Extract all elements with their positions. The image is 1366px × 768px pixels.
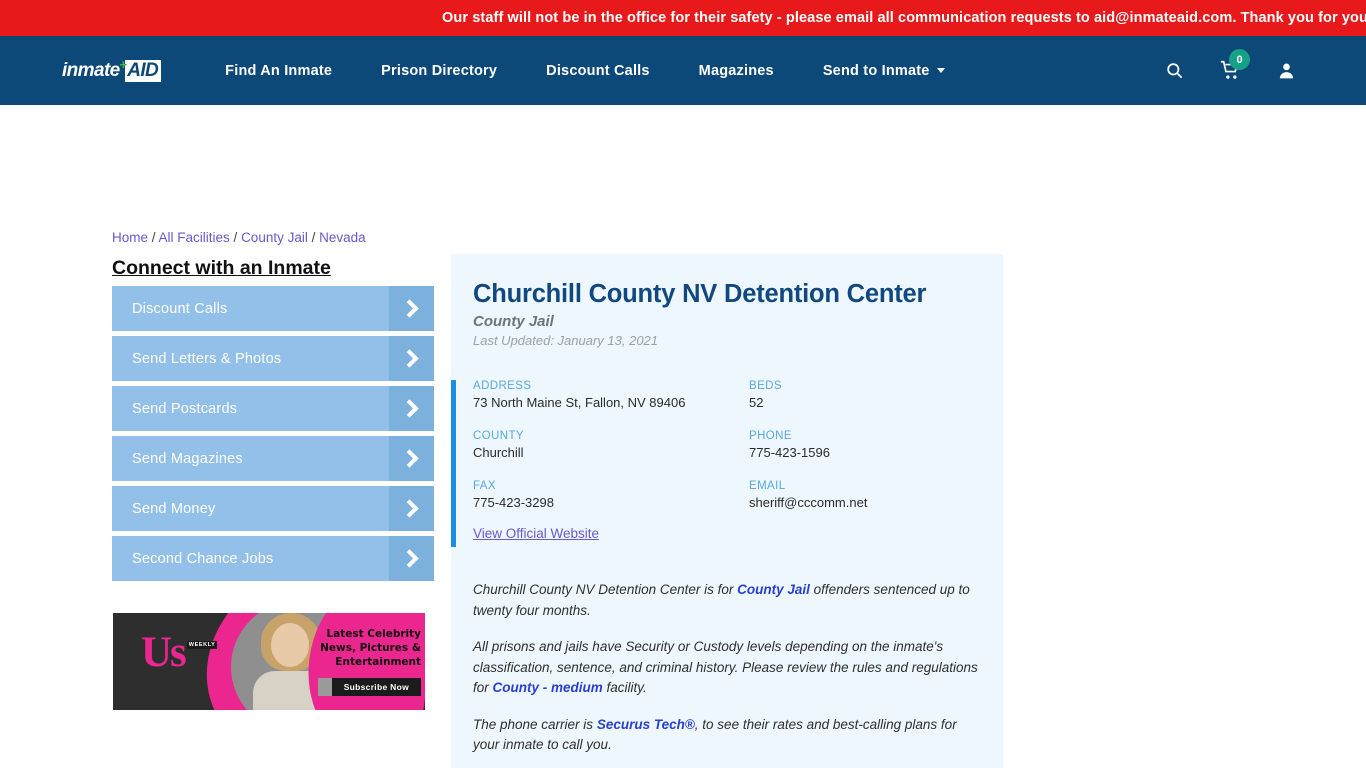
facility-panel: Churchill County NV Detention Center Cou… [451,254,1003,768]
cart-icon[interactable]: 0 [1220,49,1250,81]
sidebar-heading: Connect with an Inmate [112,257,331,279]
cart-count-badge: 0 [1229,49,1250,70]
site-logo[interactable]: inmate + AID [62,57,162,84]
info-value: 73 North Maine St, Fallon, NV 89406 [473,395,686,410]
chevron-right-icon [389,386,434,431]
accent-bar [451,380,456,547]
advertisement-banner[interactable]: Us WEEKLY Latest Celebrity News, Picture… [113,613,425,710]
main-navbar: inmate + AID Find An Inmate Prison Direc… [0,36,1366,105]
sidebar-item-send-magazines[interactable]: Send Magazines [112,436,434,481]
sidebar-item-send-letters-photos[interactable]: Send Letters & Photos [112,336,434,381]
info-value: sheriff@cccomm.net [749,495,868,510]
info-value: 775-423-3298 [473,495,554,510]
chevron-right-icon [389,536,434,581]
view-official-website-link[interactable]: View Official Website [473,526,599,541]
description-paragraph-3: The phone carrier is Securus Tech®, to s… [473,715,981,756]
info-field-beds: BEDS 52 [749,380,1003,410]
nav-item-prison-directory[interactable]: Prison Directory [381,57,497,85]
breadcrumb-item-home[interactable]: Home [112,230,148,245]
desc-p3-link-securus-tech[interactable]: Securus Tech® [597,717,695,732]
info-label: EMAIL [749,480,786,492]
sidebar-item-send-postcards[interactable]: Send Postcards [112,386,434,431]
user-account-icon[interactable] [1277,61,1296,80]
desc-p1-text-a: Churchill County NV Detention Center is … [473,582,738,597]
breadcrumb-item-county-jail[interactable]: County Jail [241,230,308,245]
ad-copy-line-3: Entertainment [335,656,421,668]
info-field-email: EMAIL sheriff@cccomm.net [749,480,1003,510]
description-paragraph-2: All prisons and jails have Security or C… [473,637,981,699]
desc-p3-text-a: The phone carrier is [473,716,597,732]
nav-item-magazines[interactable]: Magazines [699,57,774,85]
sidebar-item-label: Discount Calls [132,300,228,317]
nav-item-find-an-inmate[interactable]: Find An Inmate [225,57,332,85]
info-label: BEDS [749,380,782,392]
ad-copy: Latest Celebrity News, Pictures & Entert… [279,627,421,696]
logo-plus-icon: + [119,57,128,72]
sidebar-item-second-chance-jobs[interactable]: Second Chance Jobs [112,536,434,581]
desc-p1-link-county-jail[interactable]: County Jail [737,582,810,597]
info-label: FAX [473,480,496,492]
breadcrumb-item-nevada[interactable]: Nevada [319,230,366,245]
facility-type: County Jail [473,313,554,330]
site-alert-banner: Our staff will not be in the office for … [0,0,1366,36]
sidebar-nav: Discount Calls Send Letters & Photos Sen… [112,286,434,586]
desc-p2-link-county-medium[interactable]: County - medium [493,680,603,695]
info-field-address: ADDRESS 73 North Maine St, Fallon, NV 89… [473,380,749,410]
chevron-right-icon [389,486,434,531]
sidebar-item-discount-calls[interactable]: Discount Calls [112,286,434,331]
info-value: 52 [749,395,764,410]
nav-links: Find An Inmate Prison Directory Discount… [225,57,993,85]
info-value: 775-423-1596 [749,445,830,460]
ad-copy-line-2: News, Pictures & [320,642,421,654]
facility-info-section: ADDRESS 73 North Maine St, Fallon, NV 89… [451,380,1003,547]
breadcrumb: Home / All Facilities / County Jail / Ne… [112,230,366,245]
sidebar-item-label: Second Chance Jobs [132,550,274,567]
logo-text-primary: inmate [62,59,120,81]
nav-item-send-to-inmate[interactable]: Send to Inmate [823,57,945,85]
nav-item-discount-calls[interactable]: Discount Calls [546,57,650,85]
sidebar-item-label: Send Letters & Photos [132,350,282,367]
info-field-county: COUNTY Churchill [473,430,749,460]
nav-icon-group: 0 [1165,49,1296,81]
chevron-right-icon [389,436,434,481]
info-label: COUNTY [473,430,524,442]
ad-brand-subtitle: WEEKLY [186,641,218,649]
chevron-right-icon [389,286,434,331]
last-updated-text: Last Updated: January 13, 2021 [473,333,659,348]
breadcrumb-item-all-facilities[interactable]: All Facilities [159,230,230,245]
chevron-right-icon [389,336,434,381]
info-label: PHONE [749,430,792,442]
description-paragraph-1: Churchill County NV Detention Center is … [473,580,981,621]
sidebar-item-label: Send Money [132,500,216,517]
info-field-phone: PHONE 775-423-1596 [749,430,1003,460]
desc-p2-text-b: facility. [602,680,647,695]
facility-info-grid: ADDRESS 73 North Maine St, Fallon, NV 89… [473,380,1003,510]
sidebar-item-label: Send Postcards [132,400,238,417]
ad-subscribe-button[interactable]: Subscribe Now [317,678,421,696]
facility-description: Churchill County NV Detention Center is … [451,580,1003,768]
ad-copy-line-1: Latest Celebrity [326,628,421,640]
sidebar-item-send-money[interactable]: Send Money [112,486,434,531]
info-field-fax: FAX 775-423-3298 [473,480,749,510]
info-value: Churchill [473,445,524,460]
logo-text-secondary: AID [125,59,162,82]
alert-text: Our staff will not be in the office for … [442,10,1366,26]
info-label: ADDRESS [473,380,532,392]
page-title: Churchill County NV Detention Center [473,280,927,308]
search-icon[interactable] [1165,61,1184,80]
sidebar-item-label: Send Magazines [132,450,243,467]
ad-brand-logo: Us WEEKLY [141,629,218,676]
page-body: Home / All Facilities / County Jail / Ne… [0,105,1366,768]
ad-brand-name: Us [141,629,187,676]
